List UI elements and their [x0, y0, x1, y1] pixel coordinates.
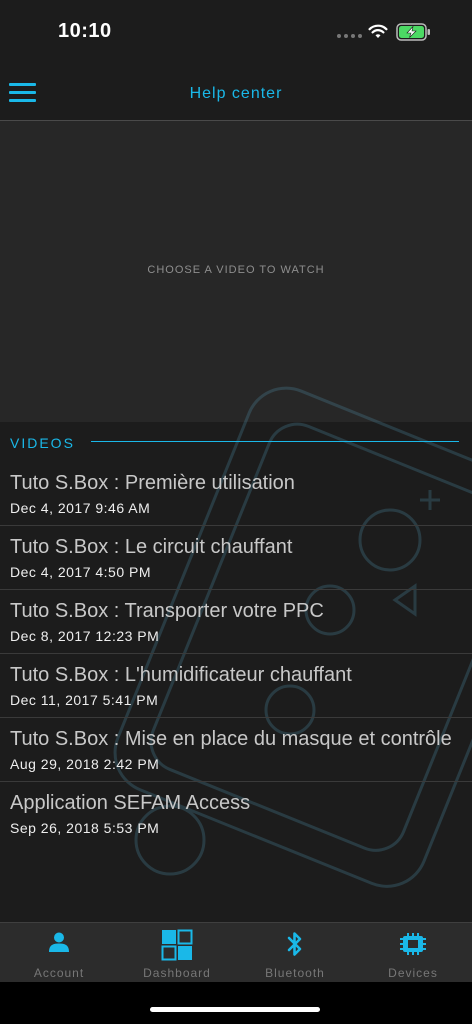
video-title: Tuto S.Box : Transporter votre PPC: [10, 600, 324, 622]
video-list-item[interactable]: Tuto S.Box : L'humidificateur chauffant …: [0, 654, 472, 718]
navigation-bar: Help center: [0, 64, 472, 121]
video-list: Tuto S.Box : Première utilisation Dec 4,…: [0, 462, 472, 845]
home-indicator-area: [0, 982, 472, 1024]
tab-account[interactable]: Account: [0, 923, 118, 983]
section-divider: [91, 441, 459, 442]
video-title: Tuto S.Box : Première utilisation: [10, 472, 295, 494]
video-prompt-text: CHOOSE A VIDEO TO WATCH: [147, 264, 325, 276]
video-date: Dec 4, 2017 9:46 AM: [10, 500, 151, 516]
chip-icon: [400, 933, 426, 955]
video-list-item[interactable]: Tuto S.Box : Le circuit chauffant Dec 4,…: [0, 526, 472, 590]
wifi-icon: [368, 24, 388, 38]
home-indicator[interactable]: [150, 1007, 320, 1012]
tab-bar: Account Dashboard Bluetooth Devices: [0, 922, 472, 983]
tab-devices[interactable]: Devices: [354, 923, 472, 983]
video-date: Dec 8, 2017 12:23 PM: [10, 628, 160, 644]
battery-charging-icon: [396, 23, 430, 41]
status-time: 10:10: [58, 20, 112, 42]
tab-label: Account: [33, 966, 85, 980]
grid-icon: [161, 929, 193, 961]
videos-section-label: VIDEOS: [10, 435, 75, 451]
video-date: Dec 11, 2017 5:41 PM: [10, 692, 159, 708]
video-list-item[interactable]: Tuto S.Box : Mise en place du masque et …: [0, 718, 472, 782]
video-title: Tuto S.Box : Mise en place du masque et …: [10, 728, 452, 750]
video-list-item[interactable]: Tuto S.Box : Transporter votre PPC Dec 8…: [0, 590, 472, 654]
tab-dashboard[interactable]: Dashboard: [118, 923, 236, 983]
tab-label: Dashboard: [143, 966, 211, 980]
video-player[interactable]: CHOOSE A VIDEO TO WATCH: [0, 121, 472, 422]
video-title: Tuto S.Box : L'humidificateur chauffant: [10, 664, 352, 686]
video-list-item[interactable]: Tuto S.Box : Première utilisation Dec 4,…: [0, 462, 472, 526]
person-icon: [49, 932, 69, 952]
tab-label: Devices: [388, 966, 438, 980]
cellular-signal-icon: [337, 34, 362, 38]
video-date: Aug 29, 2018 2:42 PM: [10, 756, 160, 772]
video-date: Dec 4, 2017 4:50 PM: [10, 564, 152, 580]
status-bar: 10:10: [0, 0, 472, 64]
tab-bluetooth[interactable]: Bluetooth: [236, 923, 354, 983]
videos-section-header: VIDEOS: [0, 422, 472, 462]
video-list-item[interactable]: Application SEFAM Access Sep 26, 2018 5:…: [0, 782, 472, 845]
tab-label: Bluetooth: [265, 966, 325, 980]
video-date: Sep 26, 2018 5:53 PM: [10, 820, 160, 836]
video-title: Application SEFAM Access: [10, 792, 251, 814]
page-title: Help center: [189, 85, 283, 102]
video-title: Tuto S.Box : Le circuit chauffant: [10, 536, 293, 558]
bluetooth-icon: [287, 932, 302, 956]
